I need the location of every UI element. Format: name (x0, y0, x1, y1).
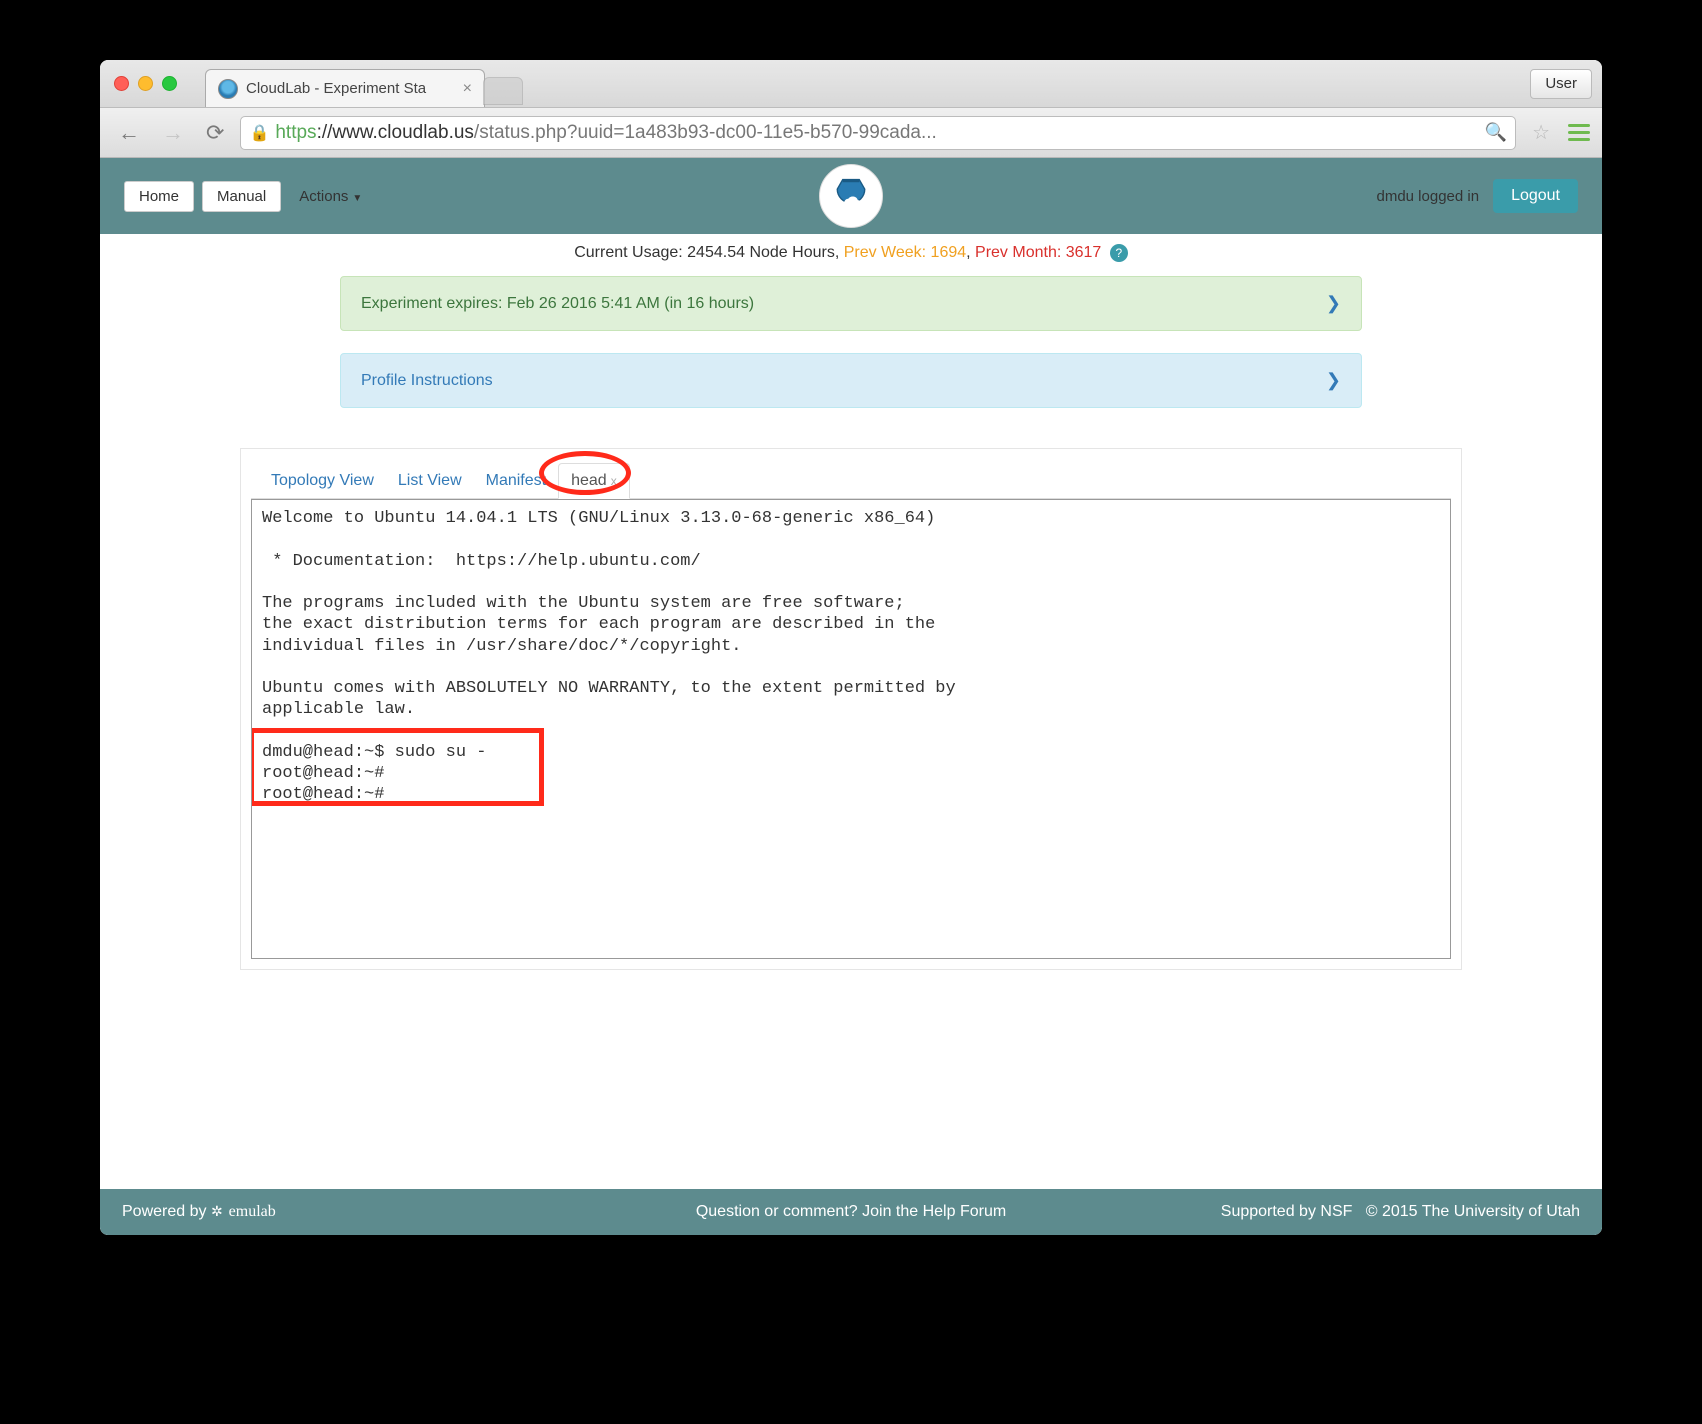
user-button-label: User (1545, 75, 1577, 92)
browser-window: CloudLab - Experiment Sta × User ← → ⟳ 🔒… (100, 60, 1602, 1235)
help-icon[interactable]: ? (1110, 244, 1128, 262)
user-menu-button[interactable]: User (1530, 69, 1592, 99)
menu-icon[interactable] (1568, 124, 1590, 141)
back-icon[interactable]: ← (112, 118, 146, 148)
home-button[interactable]: Home (124, 181, 194, 212)
gear-icon: ✲ (211, 1203, 223, 1219)
new-tab-button[interactable] (483, 77, 523, 105)
titlebar: CloudLab - Experiment Sta × User (100, 60, 1602, 108)
profile-instructions-text: Profile Instructions (361, 372, 493, 390)
traffic-lights (100, 76, 177, 91)
site-navbar: Home Manual Actions▼ dmdu logged in Logo… (100, 158, 1602, 234)
minimize-window-icon[interactable] (138, 76, 153, 91)
page-content: Home Manual Actions▼ dmdu logged in Logo… (100, 158, 1602, 1235)
site-footer: Powered by ✲emulab Question or comment? … (100, 1189, 1602, 1235)
tab-head[interactable]: headx (558, 463, 630, 499)
chevron-right-icon: ❯ (1326, 293, 1341, 314)
tab-list-view[interactable]: List View (386, 464, 474, 498)
logged-in-text: dmdu logged in (1376, 188, 1479, 205)
actions-dropdown[interactable]: Actions▼ (299, 188, 362, 205)
usage-bar: Current Usage: 2454.54 Node Hours, Prev … (100, 234, 1602, 276)
tab-manifest[interactable]: Manifest (474, 464, 558, 498)
terminal-output[interactable]: Welcome to Ubuntu 14.04.1 LTS (GNU/Linux… (251, 499, 1451, 959)
close-window-icon[interactable] (114, 76, 129, 91)
logout-button[interactable]: Logout (1493, 179, 1578, 213)
tab-panel: Topology View List View Manifest headx W… (240, 448, 1462, 970)
tab-favicon-icon (218, 79, 238, 99)
tab-close-icon[interactable]: × (463, 80, 472, 98)
expires-panel[interactable]: Experiment expires: Feb 26 2016 5:41 AM … (340, 276, 1362, 331)
browser-toolbar: ← → ⟳ 🔒 https://www.cloudlab.us/status.p… (100, 108, 1602, 158)
chevron-right-icon: ❯ (1326, 370, 1341, 391)
browser-tab[interactable]: CloudLab - Experiment Sta × (205, 69, 485, 107)
footer-right: Supported by NSF © 2015 The University o… (1221, 1203, 1580, 1221)
tab-topology-view[interactable]: Topology View (259, 464, 386, 498)
forward-icon[interactable]: → (156, 118, 190, 148)
tab-close-icon[interactable]: x (611, 474, 617, 488)
tab-nav: Topology View List View Manifest headx (251, 463, 1451, 499)
url-text: https://www.cloudlab.us/status.php?uuid=… (275, 122, 1478, 144)
search-icon[interactable]: 🔍 (1485, 122, 1507, 143)
profile-instructions-panel[interactable]: Profile Instructions ❯ (340, 353, 1362, 408)
cloudlab-logo-icon[interactable] (819, 164, 883, 228)
caret-down-icon: ▼ (352, 193, 362, 204)
help-forum-link[interactable]: Question or comment? Join the Help Forum (696, 1203, 1006, 1221)
manual-button[interactable]: Manual (202, 181, 281, 212)
lock-icon: 🔒 (249, 123, 269, 143)
url-bar[interactable]: 🔒 https://www.cloudlab.us/status.php?uui… (240, 116, 1516, 150)
reload-icon[interactable]: ⟳ (200, 118, 230, 148)
bookmark-icon[interactable]: ☆ (1532, 120, 1550, 145)
maximize-window-icon[interactable] (162, 76, 177, 91)
powered-by: Powered by ✲emulab (122, 1203, 276, 1221)
expires-text: Experiment expires: Feb 26 2016 5:41 AM … (361, 295, 754, 313)
tab-title: CloudLab - Experiment Sta (246, 80, 453, 97)
